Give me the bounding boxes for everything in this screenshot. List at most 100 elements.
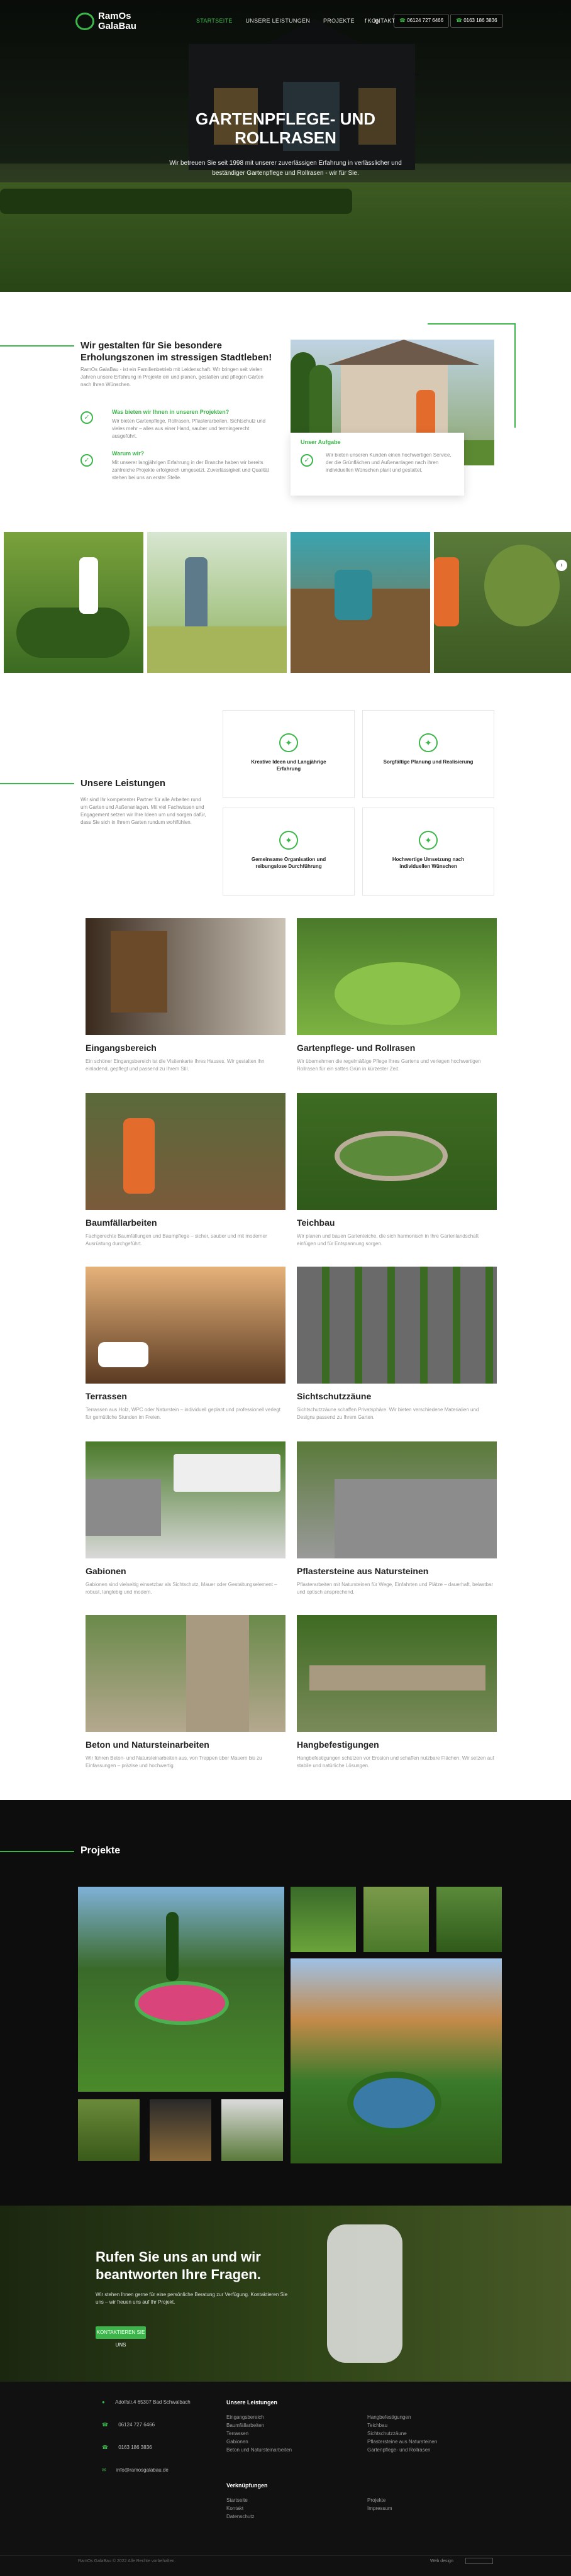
footer-link[interactable]: Gartenpflege- und Rollrasen — [367, 2446, 437, 2454]
phone-2-label: 0163 186 3836 — [463, 18, 497, 23]
gallery-image-3[interactable] — [291, 532, 430, 673]
service-card-teichbau[interactable]: Teichbau Wir planen und bauen Gartenteic… — [297, 1093, 497, 1248]
service-desc: Ein schöner Eingangsbereich ist die Visi… — [86, 1058, 265, 1072]
service-card-terrassen[interactable]: Terrassen Terrassen aus Holz, WPC oder N… — [86, 1267, 286, 1421]
project-thumb-6[interactable] — [221, 2099, 283, 2161]
footer-link[interactable]: Beton und Natursteinarbeiten — [226, 2446, 292, 2454]
team-icon: ✦ — [279, 831, 298, 850]
project-thumb-4[interactable] — [78, 2099, 140, 2161]
service-desc: Terrassen aus Holz, WPC oder Naturstein … — [86, 1407, 280, 1420]
footer-links-title: Verknüpfungen — [226, 2482, 268, 2489]
footer-link[interactable]: Projekte — [367, 2496, 392, 2504]
frame-line — [514, 323, 516, 428]
footer-link[interactable]: Eingangsbereich — [226, 2413, 292, 2421]
service-title: Teichbau — [297, 1218, 335, 1228]
gallery-image-1[interactable] — [4, 532, 143, 673]
footer-link[interactable]: Gabionen — [226, 2438, 292, 2446]
service-card-eingangsbereich[interactable]: Eingangsbereich Ein schöner Eingangsbere… — [86, 918, 286, 1073]
footer-link[interactable]: Teichbau — [367, 2421, 437, 2429]
projects-section: Projekte — [0, 1800, 571, 2206]
service-card-baumfaellarbeiten[interactable]: Baumfällarbeiten Fachgerechte Baumfällun… — [86, 1093, 286, 1248]
logo-line2: GalaBau — [98, 21, 136, 31]
footer-phone1-row[interactable]: ☎ 06124 727 6466 — [102, 2422, 155, 2428]
project-thumb-3[interactable] — [436, 1887, 502, 1952]
service-title: Pflastersteine aus Natursteinen — [297, 1566, 429, 1576]
service-title: Hangbefestigungen — [297, 1740, 379, 1750]
footer-link[interactable]: Kontakt — [226, 2504, 254, 2512]
footer-links-col1: Startseite Kontakt Datenschutz — [226, 2496, 254, 2521]
footer-services-col2: Hangbefestigungen Teichbau Sichtschutzzä… — [367, 2413, 437, 2454]
logo[interactable]: RamOs GalaBau — [75, 9, 164, 34]
service-title: Baumfällarbeiten — [86, 1218, 157, 1228]
footer-link[interactable]: Datenschutz — [226, 2512, 254, 2521]
feature-label: Gemeinsame Organisation und reibungslose… — [251, 857, 326, 869]
menu-item-startseite[interactable]: STARTSEITE — [196, 18, 233, 24]
service-card-pflastersteine[interactable]: Pflastersteine aus Natursteinen Pflaster… — [297, 1441, 497, 1596]
lightbulb-icon: ✦ — [279, 733, 298, 752]
footer: ● Adolfstr.4 65307 Bad Schwalbach ☎ 0612… — [0, 2382, 571, 2576]
service-desc: Sichtschutzzäune schaffen Privatsphäre. … — [297, 1407, 479, 1420]
service-image — [297, 1093, 497, 1210]
footer-link[interactable]: Sichtschutzzäune — [367, 2429, 437, 2438]
intro-answer-2: Mit unserer langjährigen Erfahrung in de… — [112, 460, 269, 480]
cta-worker-image — [327, 2224, 402, 2363]
footer-made-by: Web design — [430, 2559, 453, 2563]
service-image — [297, 1441, 497, 1558]
footer-link[interactable]: Pflastersteine aus Natursteinen — [367, 2438, 437, 2446]
footer-address: Adolfstr.4 65307 Bad Schwalbach — [115, 2399, 191, 2405]
project-thumb-1[interactable] — [291, 1887, 356, 1952]
footer-link[interactable]: Startseite — [226, 2496, 254, 2504]
footer-email-row[interactable]: ✉ info@ramosgalabau.de — [102, 2467, 169, 2473]
mail-icon: ✉ — [102, 2467, 106, 2473]
agency-logo-icon[interactable] — [465, 2558, 493, 2564]
phone-button-1[interactable]: ☎ 06124 727 6466 — [394, 14, 450, 28]
phone-1-label: 06124 727 6466 — [407, 18, 444, 23]
footer-phone2-row[interactable]: ☎ 0163 186 3836 — [102, 2445, 152, 2450]
project-image-main[interactable] — [78, 1887, 284, 2092]
leaf-logo-icon — [75, 13, 94, 30]
section-divider-line — [0, 783, 74, 784]
chevron-right-icon[interactable]: › — [556, 560, 567, 571]
logo-line1: RamOs — [98, 11, 131, 21]
service-card-hangbefestigungen[interactable]: Hangbefestigungen Hangbefestigungen schü… — [297, 1615, 497, 1770]
phone-button-2[interactable]: ☎ 0163 186 3836 — [450, 14, 503, 28]
menu-item-projekte[interactable]: PROJEKTE — [323, 18, 355, 24]
instagram-icon[interactable]: ig — [374, 18, 379, 24]
footer-link[interactable]: Terrassen — [226, 2429, 292, 2438]
section-divider-line — [0, 1851, 74, 1852]
service-image — [297, 918, 497, 1035]
service-desc: Wir führen Beton- und Natursteinarbeiten… — [86, 1755, 262, 1768]
service-card-gartenpflege[interactable]: Gartenpflege- und Rollrasen Wir übernehm… — [297, 918, 497, 1073]
check-icon: ✓ — [80, 454, 93, 467]
service-title: Sichtschutzzäune — [297, 1391, 372, 1401]
hero-title: GARTENPFLEGE- UND ROLLRASEN — [196, 109, 375, 147]
footer-link[interactable]: Baumfällarbeiten — [226, 2421, 292, 2429]
mobile-icon: ☎ — [102, 2445, 108, 2450]
service-card-gabionen[interactable]: Gabionen Gabionen sind vielseitig einset… — [86, 1441, 286, 1596]
top-nav: RamOs GalaBau STARTSEITE UNSERE LEISTUNG… — [75, 9, 503, 34]
footer-phone2: 0163 186 3836 — [118, 2445, 152, 2450]
cta-contact-button[interactable]: KONTAKTIEREN SIE UNS — [96, 2326, 146, 2348]
service-title: Terrassen — [86, 1391, 127, 1401]
section-divider-line — [0, 345, 74, 347]
gallery-image-4[interactable] — [434, 532, 571, 673]
intro-answer-1: Wir bieten Gartenpflege, Rollrasen, Pfla… — [112, 418, 266, 439]
gallery-image-2[interactable] — [147, 532, 287, 673]
footer-phone1: 06124 727 6466 — [118, 2422, 155, 2428]
footer-link[interactable]: Impressum — [367, 2504, 392, 2512]
service-card-sichtschutzzaeune[interactable]: Sichtschutzzäune Sichtschutzzäune schaff… — [297, 1267, 497, 1421]
mobile-icon: ☎ — [456, 18, 462, 23]
facebook-icon[interactable]: f — [365, 18, 367, 24]
cta-text: Wir stehen Ihnen gerne für eine persönli… — [96, 2292, 288, 2305]
feature-card: ✦ Sorgfältige Planung und Realisierung — [362, 710, 494, 798]
cta-title: Rufen Sie uns an und wir beantworten Ihr… — [96, 2249, 261, 2282]
service-image — [297, 1267, 497, 1384]
service-image — [86, 1267, 286, 1384]
check-icon: ✓ — [301, 454, 313, 467]
project-thumb-2[interactable] — [363, 1887, 429, 1952]
project-image-large[interactable] — [291, 1958, 502, 2163]
footer-link[interactable]: Hangbefestigungen — [367, 2413, 437, 2421]
project-thumb-5[interactable] — [150, 2099, 211, 2161]
service-card-beton-naturstein[interactable]: Beton und Natursteinarbeiten Wir führen … — [86, 1615, 286, 1770]
menu-item-leistungen[interactable]: UNSERE LEISTUNGEN — [246, 18, 311, 24]
